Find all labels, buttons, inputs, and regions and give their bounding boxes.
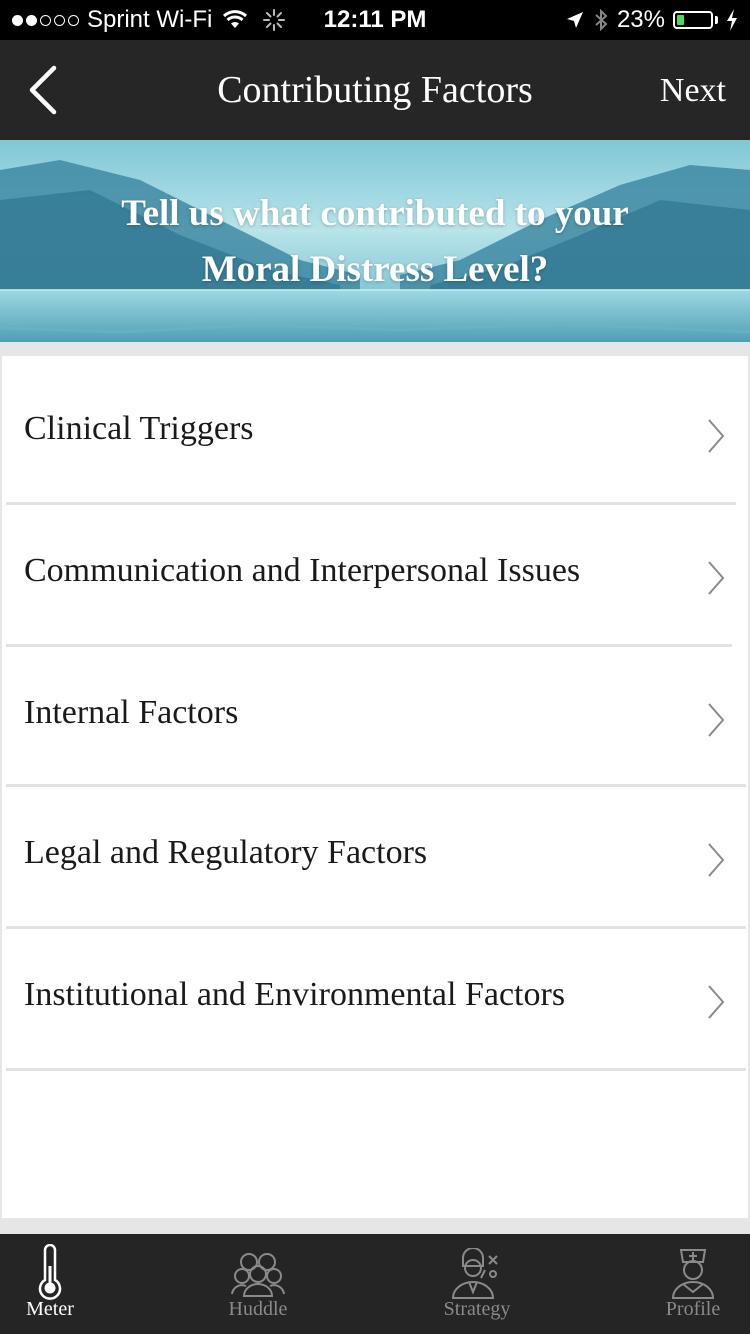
factors-list: Clinical Triggers Communication and Inte… [2,356,748,1218]
chevron-right-icon [708,561,725,595]
tab-label: Huddle [228,1298,288,1320]
battery-tip [715,16,718,24]
tab-label: Strategy [443,1298,511,1320]
list-item-communication-interpersonal[interactable]: Communication and Interpersonal Issues [2,498,748,638]
battery-level-fill [677,15,684,25]
strategy-person-icon [451,1248,498,1299]
list-item-label: Clinical Triggers [24,410,254,447]
chevron-right-icon [708,843,725,877]
nurse-icon [671,1249,715,1299]
page-title: Contributing Factors [217,69,533,111]
list-item-label: Internal Factors [24,694,239,731]
chevron-right-icon [708,985,725,1019]
hero-line-1: Tell us what contributed to your [121,193,629,234]
list-item-label: Communication and Interpersonal Issues [24,552,581,589]
bluetooth-icon [595,8,608,32]
hero-line-2: Moral Distress Level? [201,249,549,290]
tab-huddle[interactable]: Huddle [188,1234,328,1334]
hero-question: Tell us what contributed to your Moral D… [0,186,750,298]
tab-label: Meter [26,1298,74,1320]
list-item-label: Institutional and Environmental Factors [24,976,566,1013]
list-divider [6,1068,746,1071]
list-item-legal-regulatory[interactable]: Legal and Regulatory Factors [2,780,748,920]
tab-meter[interactable]: Meter [0,1234,120,1334]
status-right: 23% [565,6,738,34]
list-item-clinical-triggers[interactable]: Clinical Triggers [2,356,748,496]
list-item-label: Legal and Regulatory Factors [24,834,428,871]
group-icon [231,1253,285,1297]
chevron-right-icon [708,419,725,453]
thermometer-icon [38,1244,62,1300]
hero-banner: Tell us what contributed to your Moral D… [0,140,750,342]
location-arrow-icon [566,12,583,28]
status-bar: Sprint Wi-Fi 12:11 PM 23% [0,0,750,40]
factors-list-area: Clinical Triggers Communication and Inte… [0,342,750,1234]
charging-bolt-icon [727,9,737,31]
battery-percent: 23% [616,6,665,33]
next-button[interactable]: Next [660,72,726,110]
list-item-internal-factors[interactable]: Internal Factors [2,640,748,780]
list-item-institutional-environmental[interactable]: Institutional and Environmental Factors [2,922,748,1062]
tab-bar: Meter Huddle Strategy Profile [0,1234,750,1334]
tab-label: Profile [665,1298,721,1320]
tab-profile[interactable]: Profile [623,1234,750,1334]
battery-icon [673,11,713,29]
navigation-bar: Contributing Factors Next [0,40,750,140]
chevron-right-icon [708,703,725,737]
tab-strategy[interactable]: Strategy [407,1234,547,1334]
